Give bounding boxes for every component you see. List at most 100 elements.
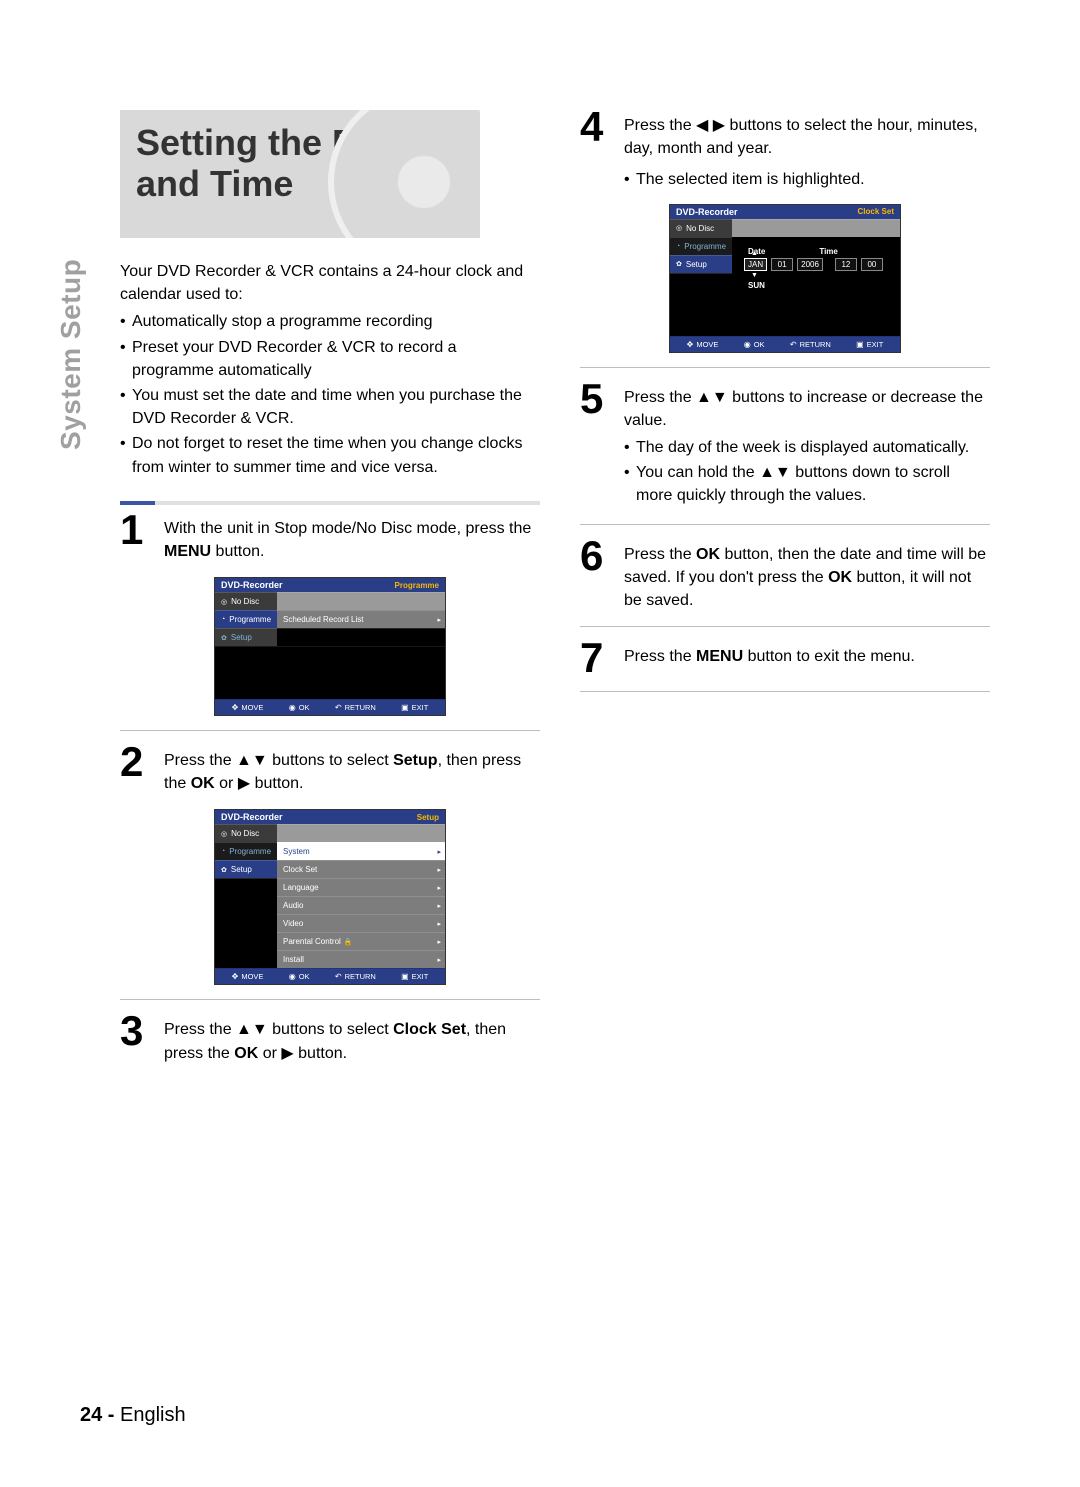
ok-icon: ◉ <box>289 703 296 712</box>
bold: OK <box>828 569 852 586</box>
text: Press the <box>164 1021 236 1038</box>
page-title: Setting the Date and Time <box>120 110 480 205</box>
step-4: 4 Press the ◀ ▶ buttons to select the ho… <box>580 110 990 194</box>
field-year: 2006 <box>797 258 823 271</box>
val: JAN <box>748 260 763 269</box>
osd-nodisc: No Disc <box>231 829 259 838</box>
text: button. <box>294 1045 347 1062</box>
intro-bullet: Automatically stop a programme recording <box>120 310 540 333</box>
osd-context: Setup <box>417 813 439 822</box>
title-block: Setting the Date and Time <box>120 110 480 238</box>
field-month: ▲ JAN ▼ <box>744 258 767 271</box>
move-icon: ✥ <box>687 340 694 349</box>
chevron-right-icon: ▸ <box>437 902 441 910</box>
step-bullet: The day of the week is displayed automat… <box>624 436 990 459</box>
osd-footer: ✥MOVE ◉OK ↶RETURN ▣EXIT <box>215 699 445 715</box>
text: Press the <box>624 117 696 134</box>
chevron-right-icon: ▸ <box>437 616 441 624</box>
chevron-right-icon: ▸ <box>437 920 441 928</box>
text: With the unit in Stop mode/No Disc mode,… <box>164 520 531 537</box>
exit-icon: ▣ <box>856 340 864 349</box>
osd-programme: Programme <box>229 847 271 856</box>
clock-icon: ◔ <box>676 243 680 250</box>
exit-icon: ▣ <box>401 972 409 981</box>
osd-title: DVD-Recorder <box>221 580 283 590</box>
disc-icon: ◎ <box>221 830 227 838</box>
left-column: Setting the Date and Time Your DVD Recor… <box>120 110 540 1065</box>
osd-clock-set: DVD-Recorder Clock Set ◎No Disc ◔Program… <box>669 204 901 353</box>
gear-icon: ✿ <box>221 634 227 642</box>
step-number: 4 <box>580 108 614 146</box>
bold: OK <box>191 775 215 792</box>
intro-lead: Your DVD Recorder & VCR contains a 24-ho… <box>120 260 540 306</box>
updown-icon: ▲▼ <box>696 389 728 406</box>
right-icon: ▶ <box>281 1045 293 1062</box>
osd-return: RETURN <box>800 340 831 349</box>
text: button. <box>211 543 264 560</box>
disc-icon: ◎ <box>676 224 682 232</box>
rule <box>580 524 990 525</box>
bold: Clock Set <box>393 1021 466 1038</box>
osd-return: RETURN <box>345 703 376 712</box>
field-min: 00 <box>861 258 883 271</box>
page-language: English <box>120 1404 186 1426</box>
rule <box>580 367 990 368</box>
osd-return: RETURN <box>345 972 376 981</box>
intro-bullet: Do not forget to reset the time when you… <box>120 432 540 478</box>
step-number: 5 <box>580 380 614 418</box>
step-2: 2 Press the ▲▼ buttons to select Setup, … <box>120 745 540 795</box>
osd-context: Programme <box>395 581 439 590</box>
step-7: 7 Press the MENU button to exit the menu… <box>580 641 990 677</box>
gear-icon: ✿ <box>221 866 227 874</box>
osd-programme: DVD-Recorder Programme ◎ No Disc ◔ Program… <box>214 577 446 716</box>
lock-icon: 🔒 <box>344 938 353 946</box>
osd-setup: Setup <box>231 633 252 642</box>
leftright-icon: ◀ ▶ <box>696 117 725 134</box>
step-number: 2 <box>120 743 154 781</box>
rule <box>580 626 990 627</box>
rule <box>120 999 540 1000</box>
menu-item: Install <box>283 955 304 964</box>
step-number: 1 <box>120 511 154 549</box>
bold-menu: MENU <box>164 543 211 560</box>
osd-exit: EXIT <box>867 340 884 349</box>
chevron-right-icon: ▸ <box>437 884 441 892</box>
bold: OK <box>696 546 720 563</box>
osd-footer: ✥MOVE ◉OK ↶RETURN ▣EXIT <box>215 968 445 984</box>
osd-exit: EXIT <box>412 972 429 981</box>
step-3: 3 Press the ▲▼ buttons to select Clock S… <box>120 1014 540 1064</box>
osd-programme: Programme <box>684 242 726 251</box>
text: button to exit the menu. <box>743 648 915 665</box>
osd-exit: EXIT <box>412 703 429 712</box>
osd-programme: Programme <box>229 615 271 624</box>
return-icon: ↶ <box>335 703 342 712</box>
step-5: 5 Press the ▲▼ buttons to increase or de… <box>580 382 990 510</box>
step-1: 1 With the unit in Stop mode/No Disc mod… <box>120 513 540 563</box>
rule <box>580 691 990 692</box>
osd-move: MOVE <box>696 340 718 349</box>
text: Press the <box>624 546 696 563</box>
return-icon: ↶ <box>335 972 342 981</box>
osd-nodisc: No Disc <box>231 597 259 606</box>
osd-nodisc: No Disc <box>686 224 714 233</box>
step-bullet: The selected item is highlighted. <box>624 168 990 191</box>
osd-footer: ✥MOVE ◉OK ↶RETURN ▣EXIT <box>670 336 900 352</box>
move-icon: ✥ <box>232 703 239 712</box>
clock-icon: ◔ <box>221 616 225 623</box>
bold: OK <box>234 1045 258 1062</box>
bold: MENU <box>696 648 743 665</box>
day-of-week: SUN <box>748 281 892 290</box>
arrow-up-icon: ▲ <box>751 250 758 257</box>
osd-scheduled: Scheduled Record List <box>283 615 364 624</box>
chevron-right-icon: ▸ <box>437 848 441 856</box>
updown-icon: ▲▼ <box>236 1021 268 1038</box>
step-bullet: You can hold the ▲▼ buttons down to scro… <box>624 461 990 507</box>
section-tab: System Setup <box>55 259 87 450</box>
step-number: 6 <box>580 537 614 575</box>
disc-icon: ◎ <box>221 598 227 606</box>
bold: Setup <box>393 752 437 769</box>
intro-text: Your DVD Recorder & VCR contains a 24-ho… <box>120 260 540 479</box>
osd-title: DVD-Recorder <box>221 812 283 822</box>
chevron-right-icon: ▸ <box>437 866 441 874</box>
menu-item: Parental Control <box>283 937 341 946</box>
